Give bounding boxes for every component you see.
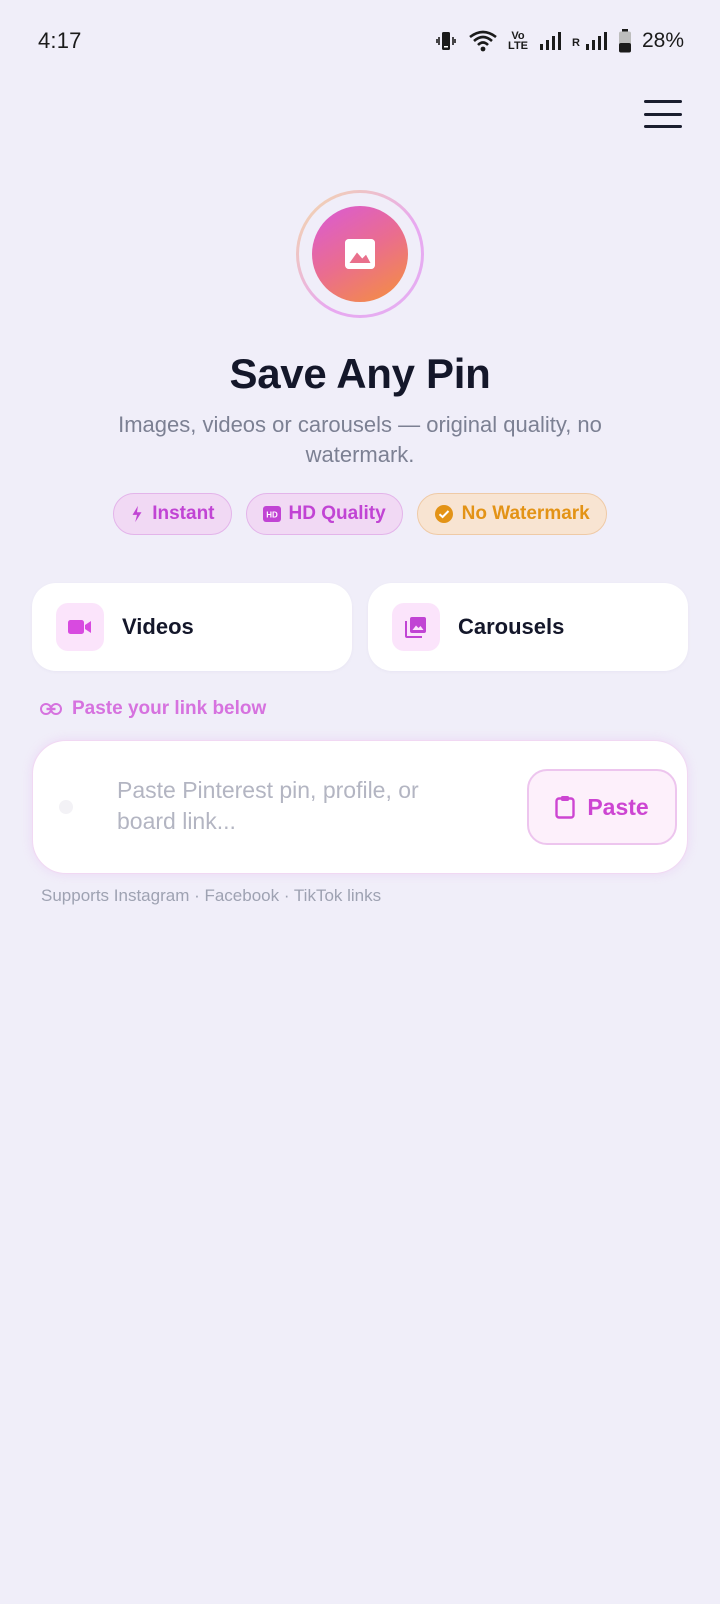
menu-line (644, 100, 682, 103)
svg-text:HD: HD (266, 511, 278, 520)
photo-library-icon (405, 617, 426, 638)
hamburger-menu-icon[interactable] (640, 96, 686, 132)
paste-hint: Paste your link below (40, 698, 266, 720)
paste-button[interactable]: Paste (527, 769, 677, 845)
app-logo-core (312, 206, 408, 302)
card-icon-box (392, 603, 440, 651)
hd-icon: HD (262, 506, 281, 522)
status-time: 4:17 (38, 28, 82, 53)
image-icon (345, 239, 375, 269)
battery-percent: 28% (641, 29, 684, 52)
badge-label: No Watermark (461, 503, 590, 524)
vibrate-icon (434, 29, 458, 53)
check-circle-icon (434, 505, 453, 523)
battery-icon (618, 29, 632, 53)
input-indicator-dot (59, 800, 73, 814)
badge-no-watermark: No Watermark (416, 493, 607, 535)
feature-badges: Instant HD HD Quality No Watermark (0, 493, 720, 535)
badge-instant: Instant (113, 493, 232, 535)
link-input-box: Paste (32, 740, 688, 874)
app-logo (296, 190, 424, 318)
badge-label: HD Quality (288, 503, 386, 524)
wifi-icon (468, 29, 498, 53)
paste-button-label: Paste (587, 793, 649, 820)
status-bar: 4:17 Vo LTE R 28% (0, 0, 720, 82)
roaming-signal-icon (584, 30, 608, 52)
app-logo-ring (299, 193, 421, 315)
carousels-card[interactable]: Carousels (368, 583, 688, 671)
signal-icon (538, 30, 562, 52)
card-label: Carousels (458, 614, 565, 639)
menu-line (644, 125, 682, 128)
link-input[interactable] (117, 775, 447, 839)
video-camera-icon (68, 620, 91, 634)
videos-card[interactable]: Videos (32, 583, 352, 671)
badge-hd-quality: HD HD Quality (245, 493, 403, 535)
card-label: Videos (122, 614, 194, 639)
volte-bottom-label: LTE (508, 40, 529, 52)
paste-hint-label: Paste your link below (72, 698, 267, 719)
card-icon-box (56, 603, 104, 651)
clipboard-icon (555, 796, 576, 819)
bolt-icon (132, 505, 142, 523)
badge-label: Instant (152, 503, 215, 524)
roaming-label: R (572, 37, 580, 49)
link-icon (40, 703, 62, 715)
supports-text: Supports Instagram · Facebook · TikTok l… (41, 886, 382, 905)
page-title: Save Any Pin (229, 350, 491, 397)
status-icons: Vo LTE R 28% (434, 29, 684, 53)
menu-line (644, 112, 682, 116)
volte-icon: Vo LTE (508, 31, 529, 52)
page-subtitle: Images, videos or carousels — original q… (118, 412, 602, 467)
